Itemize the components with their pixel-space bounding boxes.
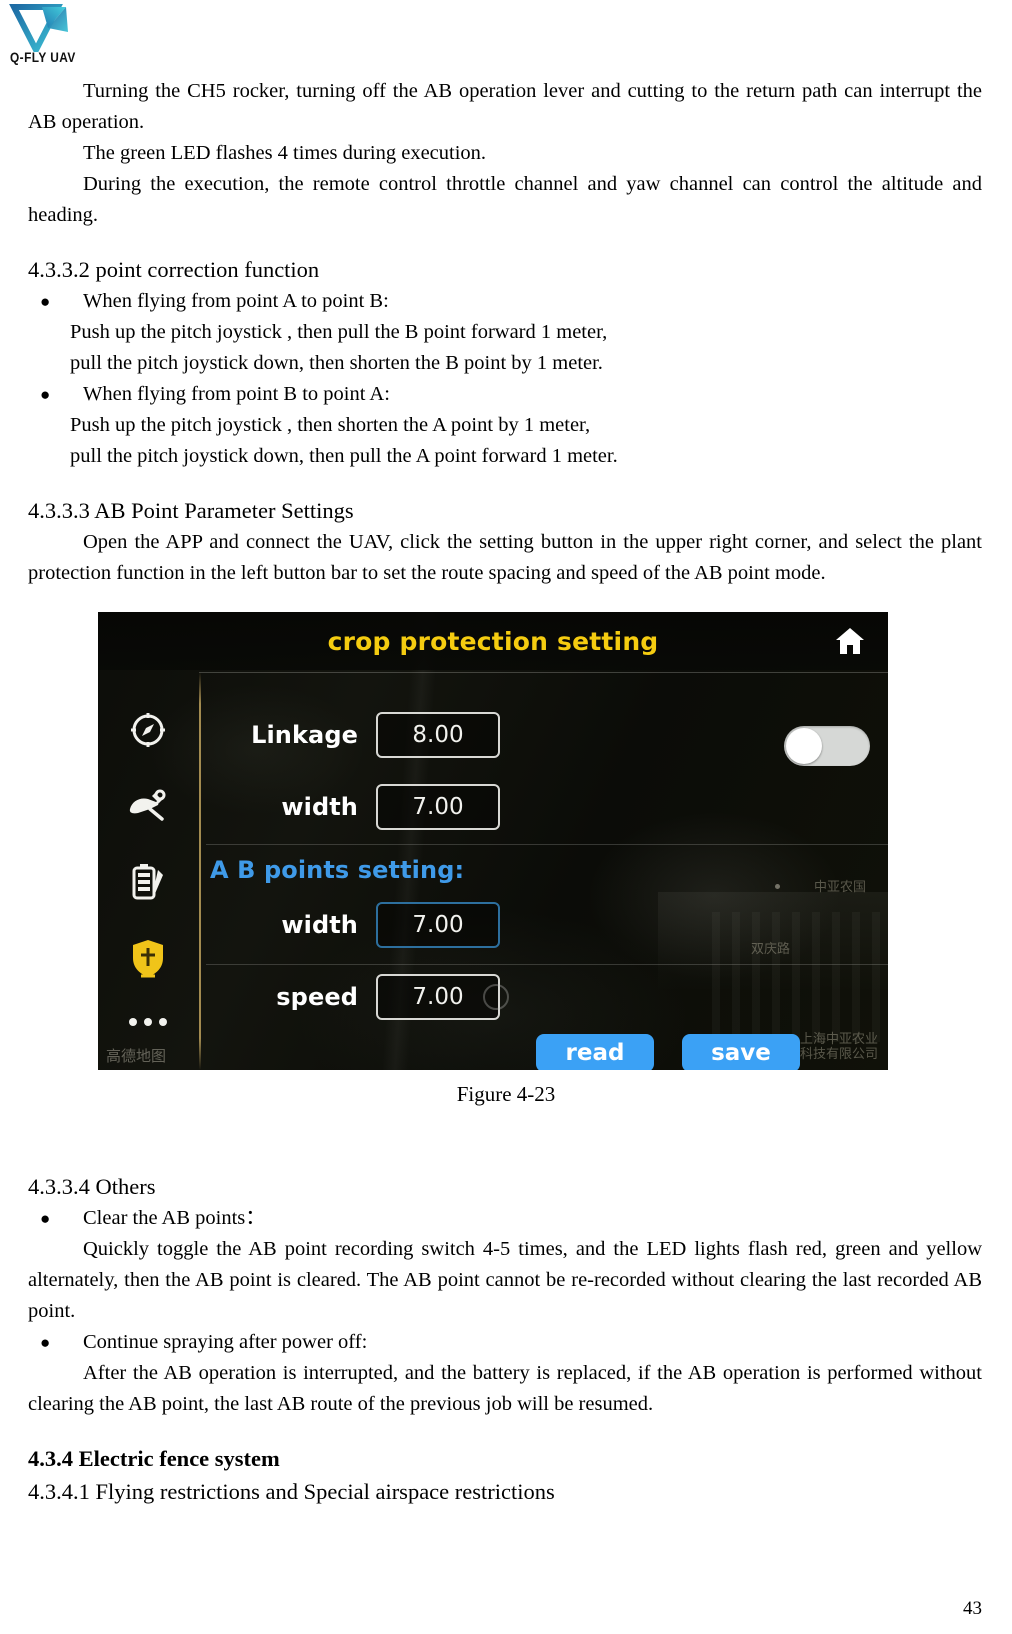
ab-points-section-label: A B points setting: [210, 856, 465, 884]
document-body: Turning the CH5 rocker, turning off the … [0, 76, 1012, 589]
sidebar-item-compass[interactable] [122, 706, 174, 754]
width-top-label: width [281, 793, 358, 821]
panel-divider-2 [206, 964, 888, 965]
settings-panel: Linkage 8.00 width 7.00 A B points setti… [206, 674, 888, 1070]
watermark-company-line2: 科技有限公司 [799, 1047, 878, 1062]
line-b-to-a-2: pull the pitch joystick down, then pull … [70, 445, 618, 467]
paragraph-clear-ab-points: Quickly toggle the AB point recording sw… [28, 1238, 982, 1322]
bullet-b-to-a: ● When flying from point B to point A: [28, 379, 982, 410]
crop-protection-setting-screen: crop protection setting Linkage 8.00 wid… [98, 612, 888, 1070]
width-top-input[interactable]: 7.00 [376, 784, 500, 830]
linkage-label: Linkage [251, 721, 358, 749]
toggle-knob [786, 728, 822, 764]
sidebar-item-more[interactable] [129, 1018, 167, 1026]
bullet-dot-icon: ● [40, 292, 51, 311]
brand-logo: Q-FLY UAV [8, 2, 103, 70]
paragraph-open-app: Open the APP and connect the UAV, click … [28, 531, 982, 584]
app-header-bar: crop protection setting [98, 612, 888, 670]
heading-4-3-4: 4.3.4 Electric fence system [28, 1446, 280, 1471]
paragraph-interrupt-ab: Turning the CH5 rocker, turning off the … [28, 80, 982, 133]
manual-page: Q-FLY UAV Turning the CH5 rocker, turnin… [0, 0, 1012, 1634]
ab-speed-input[interactable]: 7.00 [376, 974, 500, 1020]
bullet-clear-ab-points-label: Clear the AB points： [83, 1207, 266, 1229]
heading-4-3-3-4: 4.3.3.4 Others [28, 1174, 156, 1199]
row-linkage: Linkage 8.00 [206, 712, 500, 758]
more-dot-icon [129, 1018, 137, 1026]
q-fly-uav-mark-icon [9, 4, 68, 52]
more-dot-icon [159, 1018, 167, 1026]
app-title: crop protection setting [327, 626, 659, 656]
watermark-poi-1: 中亚农国 [813, 880, 866, 895]
row-width-top: width 7.00 [206, 784, 500, 830]
action-button-row: read save [536, 1034, 800, 1070]
line-a-to-b-2: pull the pitch joystick down, then short… [70, 352, 603, 374]
line-b-to-a-1: Push up the pitch joystick , then shorte… [70, 414, 591, 436]
read-button[interactable]: read [536, 1034, 654, 1070]
bullet-b-to-a-label: When flying from point B to point A: [83, 383, 390, 405]
bullet-a-to-b: ● When flying from point A to point B: [28, 286, 982, 317]
ab-width-input[interactable]: 7.00 [376, 902, 500, 948]
figure-caption: Figure 4-23 [456, 1082, 556, 1106]
bullet-dot-icon: ● [40, 1333, 51, 1352]
panel-divider-1 [206, 844, 888, 845]
row-ab-width: width 7.00 [206, 902, 500, 948]
line-a-to-b-1: Push up the pitch joystick , then pull t… [70, 321, 608, 343]
row-ab-speed: speed 7.00 [206, 974, 500, 1020]
watermark-company: 上海中亚农业 科技有限公司 [800, 1032, 878, 1062]
sidebar-item-battery-status[interactable] [122, 858, 174, 906]
page-number: 43 [963, 1598, 982, 1619]
bullet-a-to-b-label: When flying from point A to point B: [83, 290, 389, 312]
paragraph-green-led: The green LED flashes 4 times during exe… [83, 142, 487, 164]
header-divider [199, 672, 888, 673]
ab-speed-label: speed [276, 983, 358, 1011]
bullet-dot-icon: ● [40, 1209, 51, 1228]
watermark-company-line1: 上海中亚农业 [799, 1032, 878, 1047]
heading-4-3-3-2: 4.3.3.2 point correction function [28, 257, 320, 282]
bullet-dot-icon: ● [40, 385, 51, 404]
more-dot-icon [144, 1018, 152, 1026]
battery-checklist-icon [132, 864, 163, 900]
sidebar-item-aircraft-setup[interactable] [122, 782, 174, 830]
compass-icon [131, 713, 165, 747]
heading-4-3-4-1: 4.3.4.1 Flying restrictions and Special … [28, 1479, 555, 1504]
watermark-amap: 高德地图 [106, 1047, 167, 1065]
save-button[interactable]: save [682, 1034, 800, 1070]
figure-4-23-app-screenshot: crop protection setting Linkage 8.00 wid… [98, 612, 888, 1070]
linkage-input[interactable]: 8.00 [376, 712, 500, 758]
paragraph-continue-spraying: After the AB operation is interrupted, a… [28, 1362, 982, 1415]
map-poi-dot-icon [775, 884, 780, 889]
bullet-continue-spraying-label: Continue spraying after power off: [83, 1331, 368, 1353]
home-icon[interactable] [834, 626, 866, 656]
sidebar-item-crop-protection[interactable] [122, 934, 174, 982]
aircraft-wrench-icon [129, 789, 166, 821]
bullet-clear-ab-points: ● Clear the AB points： [28, 1203, 982, 1234]
app-sidebar [98, 670, 198, 1070]
sidebar-divider [199, 672, 201, 1070]
heading-4-3-3-3: 4.3.3.3 AB Point Parameter Settings [28, 498, 354, 523]
bullet-continue-spraying: ● Continue spraying after power off: [28, 1327, 982, 1358]
shield-crop-protection-icon [133, 940, 163, 978]
map-compass-widget[interactable] [483, 984, 509, 1010]
ab-width-label: width [281, 911, 358, 939]
document-body-lower: 4.3.3.4 Others ● Clear the AB points： Qu… [0, 1170, 1012, 1508]
linkage-toggle[interactable] [784, 726, 870, 766]
paragraph-during-execution: During the execution, the remote control… [28, 173, 982, 226]
brand-logo-text: Q-FLY UAV [10, 50, 76, 65]
watermark-poi-2: 双庆路 [750, 942, 790, 957]
